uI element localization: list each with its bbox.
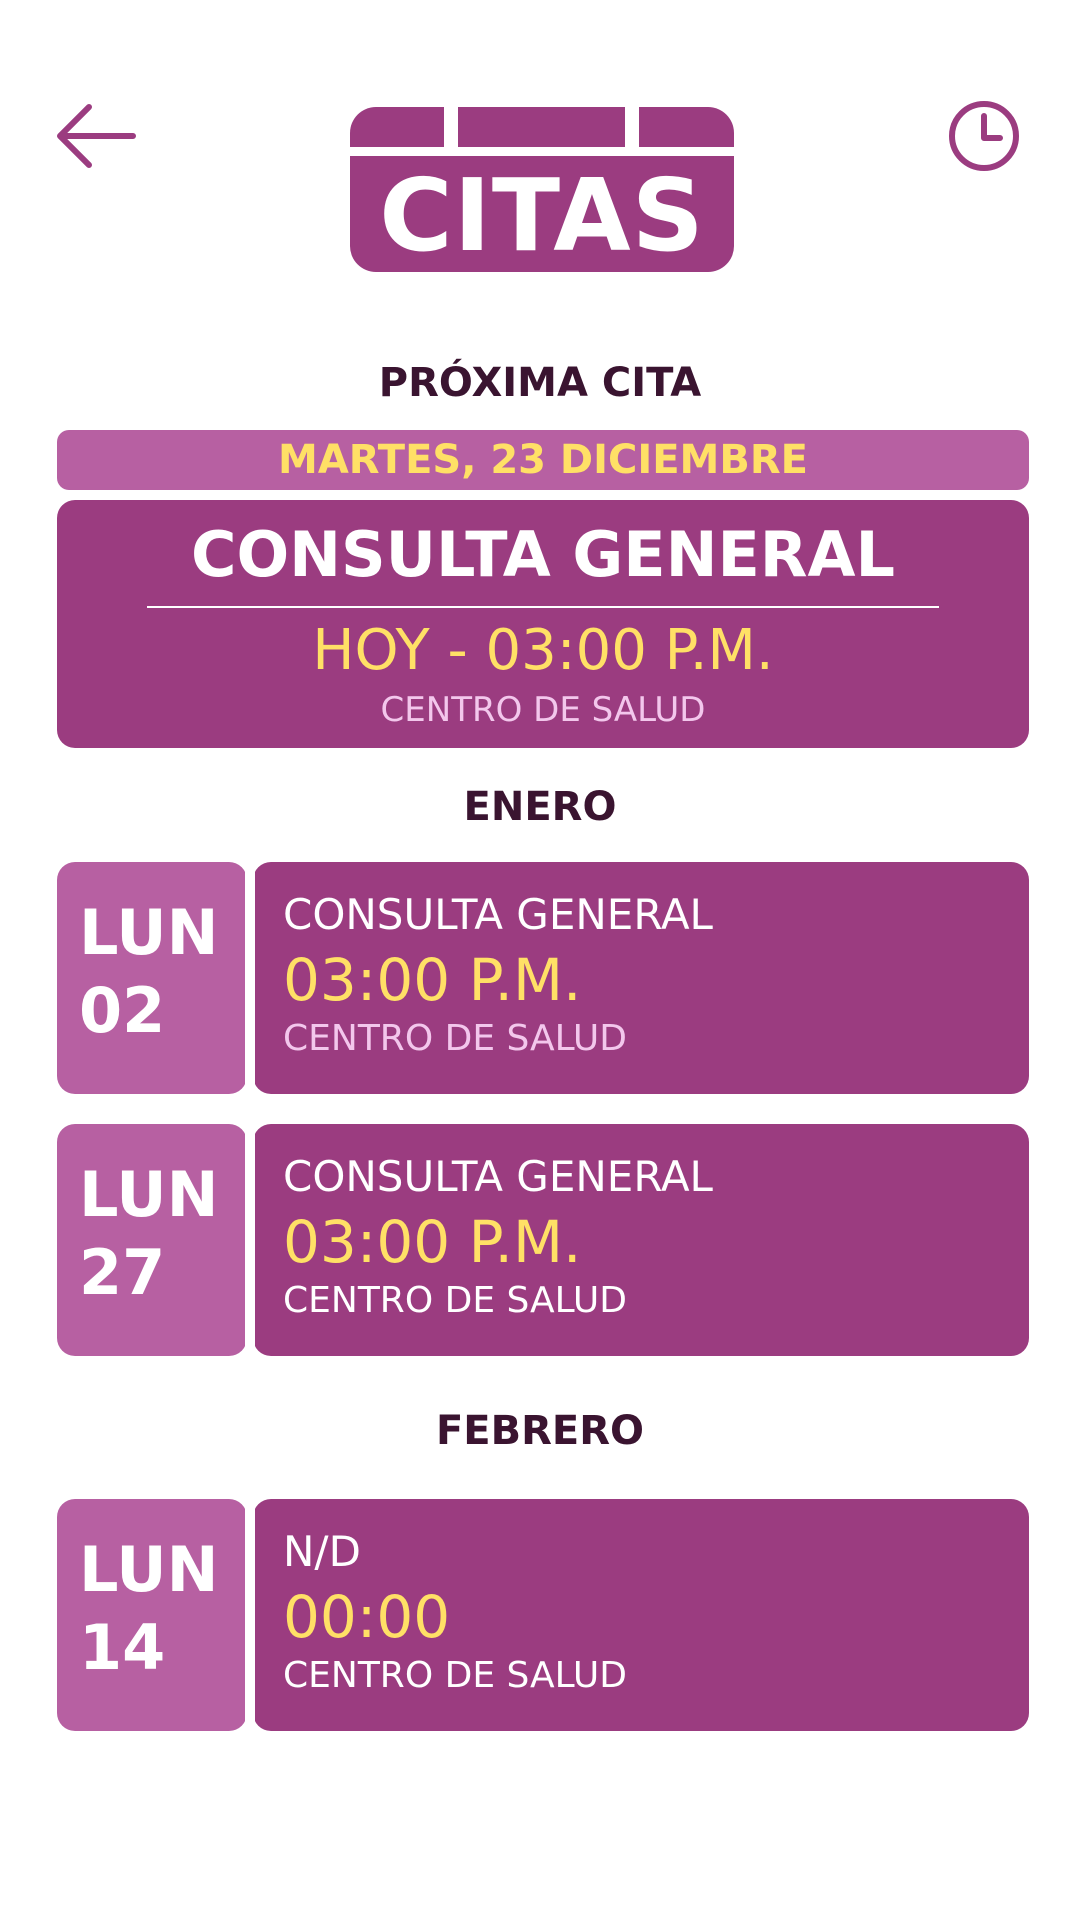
appointment-weekday: LUN — [79, 1158, 219, 1231]
month-heading-febrero: FEBRERO — [435, 1408, 645, 1454]
appointment-date-block: LUN 27 — [57, 1124, 247, 1356]
appointment-day-number: 02 — [79, 974, 166, 1047]
appointment-weekday: LUN — [79, 1533, 219, 1606]
appointment-weekday: LUN — [79, 896, 219, 969]
next-appointment-card[interactable]: CONSULTA GENERAL HOY - 03:00 P.M. CENTRO… — [57, 500, 1029, 748]
next-appointment-heading: PRÓXIMA CITA — [378, 360, 702, 406]
appointment-time: 03:00 P.M. — [283, 1208, 582, 1276]
appointment-place: CENTRO DE SALUD — [283, 1018, 627, 1059]
clock-icon — [949, 101, 1019, 171]
appointment-details: N/D 00:00 CENTRO DE SALUD — [253, 1499, 1029, 1731]
next-appointment-place: CENTRO DE SALUD — [380, 690, 706, 730]
month-heading-enero: ENERO — [463, 784, 617, 830]
next-appointment-date: MARTES, 23 DICIEMBRE — [57, 430, 1029, 490]
appointment-title: CONSULTA GENERAL — [283, 1152, 713, 1201]
next-appointment-time: HOY - 03:00 P.M. — [312, 618, 774, 683]
back-button[interactable] — [50, 96, 140, 176]
appointment-title: CONSULTA GENERAL — [283, 890, 713, 939]
appointment-place: CENTRO DE SALUD — [283, 1655, 627, 1696]
appointment-time: 03:00 P.M. — [283, 946, 582, 1014]
next-appointment-title: CONSULTA GENERAL — [190, 518, 896, 591]
appointment-details: CONSULTA GENERAL 03:00 P.M. CENTRO DE SA… — [253, 1124, 1029, 1356]
divider — [147, 606, 939, 608]
history-button[interactable] — [944, 96, 1024, 176]
appointment-date-block: LUN 14 — [57, 1499, 247, 1731]
appointment-card[interactable]: LUN 02 CONSULTA GENERAL 03:00 P.M. CENTR… — [57, 862, 1029, 1094]
appointment-time: 00:00 — [283, 1583, 451, 1651]
appointment-place: CENTRO DE SALUD — [283, 1280, 627, 1321]
appointment-card[interactable]: LUN 14 N/D 00:00 CENTRO DE SALUD — [57, 1499, 1029, 1731]
appointment-details: CONSULTA GENERAL 03:00 P.M. CENTRO DE SA… — [253, 862, 1029, 1094]
appointment-title: N/D — [283, 1527, 361, 1576]
logo-text: CITAS — [379, 157, 705, 274]
appointment-day-number: 14 — [79, 1611, 166, 1684]
appointment-date-block: LUN 02 — [57, 862, 247, 1094]
citas-logo: CITAS — [350, 107, 734, 274]
arrow-left-icon — [57, 104, 136, 168]
appointment-day-number: 27 — [79, 1236, 166, 1309]
appointment-card[interactable]: LUN 27 CONSULTA GENERAL 03:00 P.M. CENTR… — [57, 1124, 1029, 1356]
